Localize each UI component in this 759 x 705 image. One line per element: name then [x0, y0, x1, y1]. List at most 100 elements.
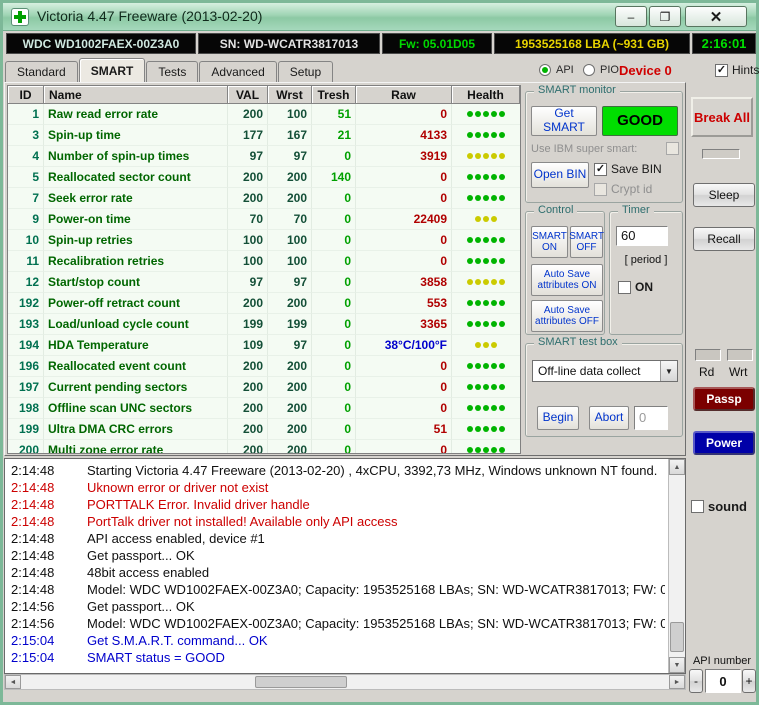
- health-dot-icon: [467, 111, 473, 117]
- hints-checkbox[interactable]: ✓: [715, 64, 728, 77]
- smart-row-4[interactable]: 4Number of spin-up times979703919: [8, 146, 520, 167]
- chevron-down-icon[interactable]: ▼: [660, 361, 677, 381]
- health-dot-icon: [475, 342, 481, 348]
- api-radio[interactable]: [539, 64, 551, 76]
- smart-on-button[interactable]: SMART ON: [531, 226, 568, 258]
- health-dot-icon: [483, 216, 489, 222]
- health-dot-icon: [499, 426, 505, 432]
- log-horizontal-scrollbar[interactable]: ◄ ►: [4, 674, 686, 690]
- smart-row-196[interactable]: 196Reallocated event count20020000: [8, 356, 520, 377]
- smart-monitor-group: SMART monitor Get SMART GOOD Use IBM sup…: [525, 91, 683, 203]
- health-dot-icon: [475, 132, 481, 138]
- smart-row-192[interactable]: 192Power-off retract count2002000553: [8, 293, 520, 314]
- smart-row-198[interactable]: 198Offline scan UNC sectors20020000: [8, 398, 520, 419]
- api-number-plus-button[interactable]: +: [742, 669, 756, 693]
- tab-setup[interactable]: Setup: [278, 61, 333, 82]
- health-dot-icon: [499, 258, 505, 264]
- tab-tests[interactable]: Tests: [146, 61, 198, 82]
- timer-title: Timer: [618, 204, 654, 216]
- smart-row-3[interactable]: 3Spin-up time177167214133: [8, 125, 520, 146]
- health-dot-icon: [483, 342, 489, 348]
- health-dot-icon: [491, 426, 497, 432]
- tab-smart[interactable]: SMART: [79, 58, 146, 82]
- smart-row-9[interactable]: 9Power-on time7070022409: [8, 209, 520, 230]
- scroll-left-button[interactable]: ◄: [5, 675, 21, 689]
- scroll-right-button[interactable]: ►: [669, 675, 685, 689]
- health-dot-icon: [475, 111, 481, 117]
- test-type-dropdown[interactable]: Off-line data collect ▼: [532, 360, 678, 382]
- autosave-off-button[interactable]: Auto Save attributes OFF: [531, 300, 603, 332]
- header-name[interactable]: Name: [44, 86, 228, 104]
- smart-row-200[interactable]: 200Multi zone error rate20020000: [8, 440, 520, 454]
- maximize-button[interactable]: ❐: [649, 6, 681, 27]
- header-wrst[interactable]: Wrst: [268, 86, 312, 104]
- timer-period-input[interactable]: 60: [616, 226, 668, 246]
- horizontal-scroll-thumb[interactable]: [255, 676, 347, 688]
- close-button[interactable]: ✕: [685, 6, 747, 27]
- smart-row-197[interactable]: 197Current pending sectors20020000: [8, 377, 520, 398]
- smart-row-7[interactable]: 7Seek error rate20020000: [8, 188, 520, 209]
- tab-advanced[interactable]: Advanced: [199, 61, 276, 82]
- header-id[interactable]: ID: [8, 86, 44, 104]
- ibm-smart-checkbox[interactable]: [666, 142, 679, 155]
- crypt-id-checkbox[interactable]: [594, 183, 607, 196]
- tab-standard[interactable]: Standard: [5, 61, 78, 82]
- pio-mode[interactable]: PIO: [583, 61, 619, 79]
- log-line: 2:15:04Get S.M.A.R.T. command... OK: [11, 632, 665, 649]
- begin-test-button[interactable]: Begin: [537, 406, 579, 430]
- api-number-value[interactable]: 0: [705, 669, 741, 693]
- health-dots: [452, 104, 520, 125]
- timer-on-checkbox[interactable]: [618, 281, 631, 294]
- get-smart-button[interactable]: Get SMART: [531, 106, 597, 136]
- power-button[interactable]: Power: [693, 431, 755, 455]
- vertical-scroll-thumb[interactable]: [670, 622, 684, 652]
- header-val[interactable]: VAL: [228, 86, 268, 104]
- smart-row-1[interactable]: 1Raw read error rate200100510: [8, 104, 520, 125]
- health-dot-icon: [491, 216, 497, 222]
- open-bin-button[interactable]: Open BIN: [531, 162, 589, 188]
- hints-label: Hints: [732, 63, 759, 77]
- drive-capacity: 1953525168 LBA (~931 GB): [494, 33, 690, 54]
- scroll-up-button[interactable]: ▲: [669, 459, 685, 475]
- api-mode[interactable]: API: [539, 61, 574, 79]
- health-dots: [452, 230, 520, 251]
- log-line: 2:14:56Model: WDC WD1002FAEX-00Z3A0; Cap…: [11, 615, 665, 632]
- smart-row-194[interactable]: 194HDA Temperature10997038°C/100°F: [8, 335, 520, 356]
- tab-strip: StandardSMARTTestsAdvancedSetup: [5, 58, 334, 82]
- break-all-button[interactable]: Break All: [691, 97, 753, 137]
- sound-checkbox[interactable]: [691, 500, 704, 513]
- health-dot-icon: [491, 321, 497, 327]
- smart-row-11[interactable]: 11Recalibration retries10010000: [8, 251, 520, 272]
- header-raw[interactable]: Raw: [356, 86, 452, 104]
- health-dot-icon: [467, 174, 473, 180]
- smart-row-199[interactable]: 199Ultra DMA CRC errors200200051: [8, 419, 520, 440]
- pio-radio[interactable]: [583, 64, 595, 76]
- title-bar[interactable]: Victoria 4.47 Freeware (2013-02-20) – ❐ …: [3, 3, 756, 31]
- scroll-down-button[interactable]: ▼: [669, 657, 685, 673]
- health-dot-icon: [491, 258, 497, 264]
- minimize-button[interactable]: –: [615, 6, 647, 27]
- test-progress-field[interactable]: 0: [634, 406, 668, 430]
- hints-row: ✓ Hints: [715, 63, 759, 77]
- smart-row-10[interactable]: 10Spin-up retries10010000: [8, 230, 520, 251]
- autosave-on-button[interactable]: Auto Save attributes ON: [531, 264, 603, 296]
- log-vertical-scrollbar[interactable]: ▲ ▼: [668, 459, 685, 673]
- header-health[interactable]: Health: [452, 86, 520, 104]
- recall-button[interactable]: Recall: [693, 227, 755, 251]
- health-dot-icon: [499, 237, 505, 243]
- drive-serial: SN: WD-WCATR3817013: [198, 33, 380, 54]
- sleep-button[interactable]: Sleep: [693, 183, 755, 207]
- save-bin-checkbox[interactable]: ✓: [594, 163, 607, 176]
- log-line: 2:14:48Starting Victoria 4.47 Freeware (…: [11, 462, 665, 479]
- health-dot-icon: [499, 195, 505, 201]
- abort-test-button[interactable]: Abort: [589, 406, 629, 430]
- smart-row-12[interactable]: 12Start/stop count979703858: [8, 272, 520, 293]
- api-number-minus-button[interactable]: -: [689, 669, 703, 693]
- smart-row-193[interactable]: 193Load/unload cycle count19919903365: [8, 314, 520, 335]
- header-tresh[interactable]: Tresh: [312, 86, 356, 104]
- smart-table-body: 1Raw read error rate2001005103Spin-up ti…: [8, 104, 520, 454]
- health-dots: [452, 188, 520, 209]
- smart-row-5[interactable]: 5Reallocated sector count2002001400: [8, 167, 520, 188]
- smart-off-button[interactable]: SMART OFF: [570, 226, 603, 258]
- passport-button[interactable]: Passp: [693, 387, 755, 411]
